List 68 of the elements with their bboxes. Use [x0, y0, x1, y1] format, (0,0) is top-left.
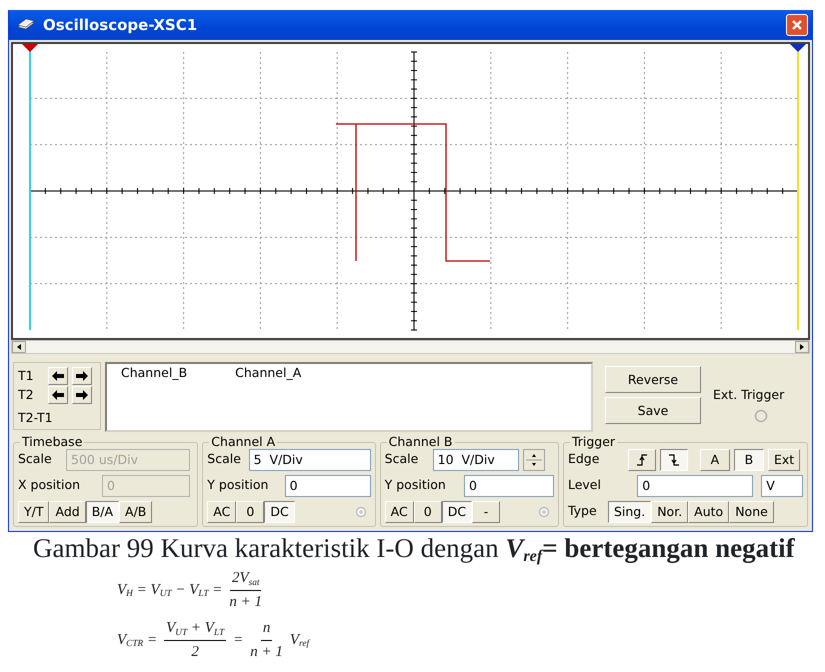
oscilloscope-icon: [17, 19, 35, 31]
field-label: Scale: [18, 450, 53, 468]
source-button[interactable]: B: [734, 448, 764, 470]
group-title: Channel A: [210, 436, 276, 448]
group-title: Channel B: [388, 436, 454, 448]
source-button[interactable]: A: [700, 448, 730, 470]
type-button[interactable]: Sing.: [608, 500, 652, 522]
unit-field: V: [761, 474, 803, 496]
window-title: Oscilloscope-XSC1: [43, 14, 198, 36]
right-arrow-icon: [799, 344, 805, 350]
field-label: Scale: [207, 450, 242, 468]
source-button[interactable]: Ext: [768, 448, 800, 470]
position-field[interactable]: 0: [284, 474, 371, 496]
scale-field[interactable]: 10 V/Div: [432, 448, 519, 470]
coupling-button[interactable]: -: [472, 500, 500, 522]
left-arrow-icon: [52, 371, 64, 382]
cursor-marker-icon[interactable]: [790, 44, 806, 52]
position-field[interactable]: 0: [464, 474, 554, 496]
coupling-button[interactable]: 0: [414, 500, 442, 522]
coupling-button[interactable]: AC: [207, 500, 236, 522]
cursor-label: T1: [18, 367, 35, 385]
group-title: Timebase: [21, 436, 84, 448]
field-label: Level: [568, 476, 602, 494]
left-arrow-icon: [16, 344, 22, 350]
action-button[interactable]: Reverse: [605, 366, 701, 393]
level-field[interactable]: 0: [637, 474, 754, 496]
column-header: Channel_A: [235, 364, 302, 382]
type-button[interactable]: Auto: [688, 500, 730, 522]
cursor-label: T2-T1: [18, 408, 53, 426]
right-arrow-icon: [76, 390, 88, 400]
type-button[interactable]: Nor.: [651, 500, 688, 522]
group-title: Trigger: [570, 436, 616, 448]
right-arrow-icon: [76, 371, 88, 382]
rising-edge-icon: [634, 453, 649, 468]
figure-caption: Gambar 99 Kurva karakteristik I-O dengan V$_{ref}$= bertegangan negatif: [33, 534, 796, 564]
falling-edge-icon: [666, 453, 681, 468]
right-cursor-button[interactable]: [72, 386, 92, 404]
scrollbar[interactable]: [11, 340, 810, 354]
close-icon: [791, 19, 803, 31]
ext-trigger-label: Ext. Trigger: [713, 386, 784, 404]
coupling-button[interactable]: DC: [442, 500, 472, 522]
field-label: Y position: [384, 476, 447, 494]
radio-icon[interactable]: [754, 408, 768, 423]
close-button[interactable]: [786, 14, 808, 36]
radio-icon[interactable]: [354, 506, 367, 518]
field-label: Edge: [568, 450, 600, 468]
scale-field[interactable]: 5 V/Div: [248, 448, 371, 470]
cursor-marker-icon[interactable]: [22, 44, 38, 52]
radio-icon[interactable]: [538, 506, 550, 518]
column-header: Channel_B: [121, 364, 188, 382]
type-button[interactable]: None: [729, 500, 774, 522]
coupling-button[interactable]: 0: [236, 500, 264, 522]
field-label: X position: [18, 476, 82, 494]
field-label: Type: [568, 502, 598, 520]
action-button[interactable]: Save: [605, 397, 701, 424]
coupling-button[interactable]: DC: [264, 500, 295, 522]
coupling-button[interactable]: AC: [384, 500, 414, 522]
left-cursor-button[interactable]: [48, 386, 68, 404]
scroll-right-button[interactable]: [795, 341, 809, 353]
field-label: Scale: [384, 450, 420, 468]
cursor-label: T2: [18, 386, 35, 404]
scroll-left-button[interactable]: [12, 341, 26, 353]
edge-button[interactable]: [660, 448, 688, 470]
field-label: Y position: [207, 476, 270, 494]
spin-button[interactable]: [522, 448, 545, 470]
left-arrow-icon: [52, 390, 64, 400]
left-cursor-button[interactable]: [48, 367, 68, 386]
right-cursor-button[interactable]: [72, 367, 92, 386]
